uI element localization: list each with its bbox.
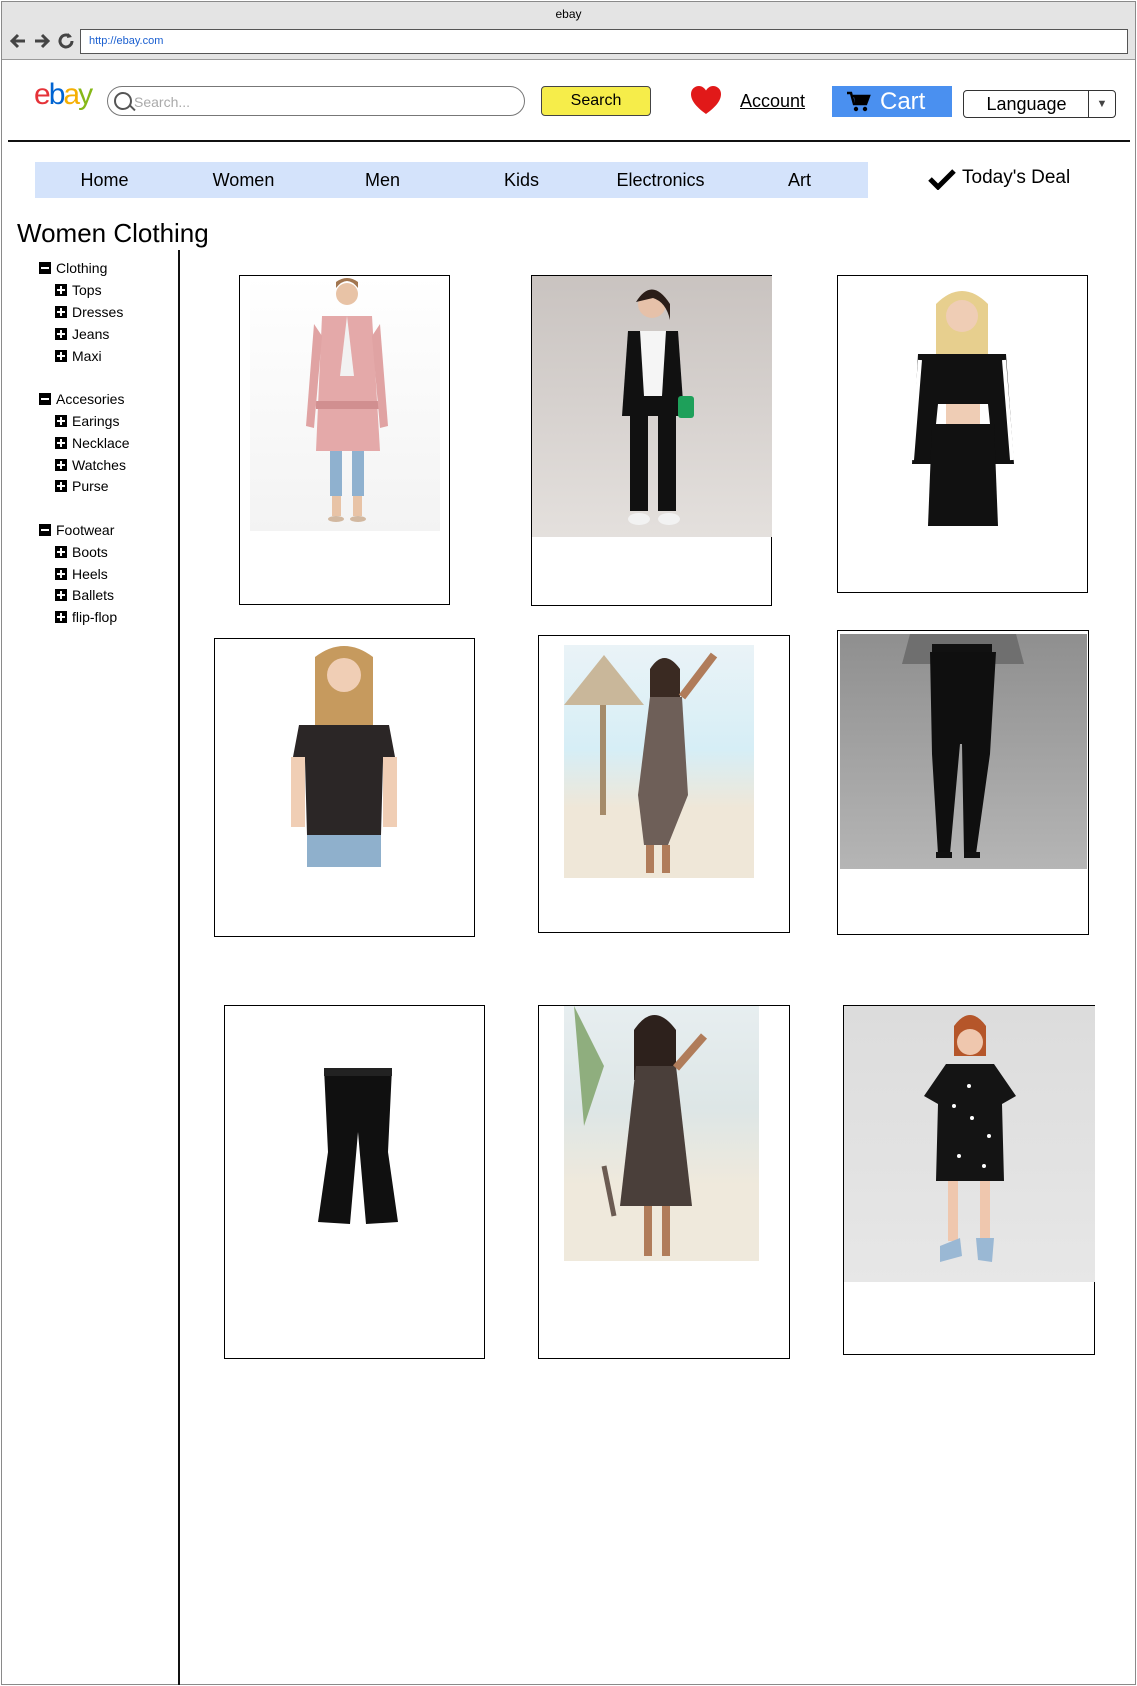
product-card[interactable] [224,1005,485,1359]
heart-icon[interactable] [689,84,723,118]
expand-icon[interactable] [55,459,67,471]
expand-icon[interactable] [55,306,67,318]
todays-deal-label: Today's Deal [962,167,1071,188]
tree-group-label: Clothing [56,260,108,276]
tree-item-label: Purse [72,478,109,494]
nav-item-men[interactable]: Men [313,162,452,198]
tree-item-label: Ballets [72,587,115,603]
nav-item-home[interactable]: Home [35,162,174,198]
nav-item-art[interactable]: Art [730,162,869,198]
logo-letter-a: a [63,78,80,111]
expand-icon[interactable] [55,589,67,601]
logo-letter-b: b [48,78,66,111]
page-title: Women Clothing [17,218,209,248]
product-card[interactable] [843,1005,1095,1355]
sidebar-divider [178,250,180,1685]
tree-item-label: Tops [72,282,102,298]
expand-icon[interactable] [55,328,67,340]
window-title: ebay [2,2,1135,28]
tree-item-label: flip-flop [72,609,118,625]
product-image[interactable] [840,634,1087,869]
product-image[interactable] [898,284,1028,526]
tree-item-label: Necklace [72,435,130,451]
search-box [107,86,525,116]
search-input[interactable] [132,90,516,114]
product-image[interactable] [532,276,772,537]
nav-item-electronics[interactable]: Electronics [591,162,730,198]
forward-arrow-icon[interactable] [31,30,53,52]
expand-icon[interactable] [55,611,67,623]
expand-icon[interactable] [55,284,67,296]
product-card[interactable] [538,635,790,933]
language-select[interactable]: Language ▼ [963,90,1116,118]
product-card[interactable] [837,275,1088,593]
tree-group-label: Accesories [56,391,125,407]
ebay-logo[interactable]: ebay [34,78,93,112]
collapse-icon[interactable] [39,262,51,274]
product-image[interactable] [250,276,440,531]
address-bar[interactable]: http://ebay.com [80,29,1128,54]
expand-icon[interactable] [55,568,67,580]
nav-item-women[interactable]: Women [174,162,313,198]
collapse-icon[interactable] [39,524,51,536]
tree-group-label: Footwear [56,522,115,538]
account-link[interactable]: Account [740,91,805,112]
cart-icon [847,91,871,112]
tree-item-label: Earings [72,413,120,429]
search-icon [114,92,132,110]
cart-button[interactable]: Cart [832,86,952,117]
expand-icon[interactable] [55,437,67,449]
language-label: Language [986,94,1067,114]
collapse-icon[interactable] [39,393,51,405]
product-image[interactable] [564,1006,759,1261]
product-card[interactable] [538,1005,790,1359]
dropdown-arrow-icon: ▼ [1088,91,1115,117]
product-image[interactable] [285,645,403,867]
expand-icon[interactable] [55,350,67,362]
product-card[interactable] [531,275,772,606]
category-tree: Clothing Tops Dresses Jeans Maxi Accesor… [39,257,174,637]
product-card[interactable] [214,638,475,937]
logo-letter-e: e [34,78,51,111]
checkmark-icon [928,169,956,190]
product-card[interactable] [837,630,1089,935]
expand-icon[interactable] [55,480,67,492]
tree-item-label: Boots [72,544,108,560]
back-arrow-icon[interactable] [7,30,29,52]
reload-icon[interactable] [55,30,77,52]
tree-item-label: Maxi [72,348,102,364]
logo-letter-y: y [78,78,93,111]
cart-label: Cart [880,88,926,115]
expand-icon[interactable] [55,546,67,558]
tree-item-label: Heels [72,566,108,582]
category-nav: Home Women Men Kids Electronics Art [35,162,868,198]
product-image[interactable] [844,1006,1095,1282]
search-button[interactable]: Search [541,86,651,116]
product-image[interactable] [564,645,754,878]
tree-item-label: Watches [72,457,126,473]
product-card[interactable] [239,275,450,605]
tree-item-label: Dresses [72,304,124,320]
nav-item-kids[interactable]: Kids [452,162,591,198]
product-image[interactable] [310,1062,405,1227]
tree-item-label: Jeans [72,326,110,342]
expand-icon[interactable] [55,415,67,427]
header-divider [8,140,1130,142]
